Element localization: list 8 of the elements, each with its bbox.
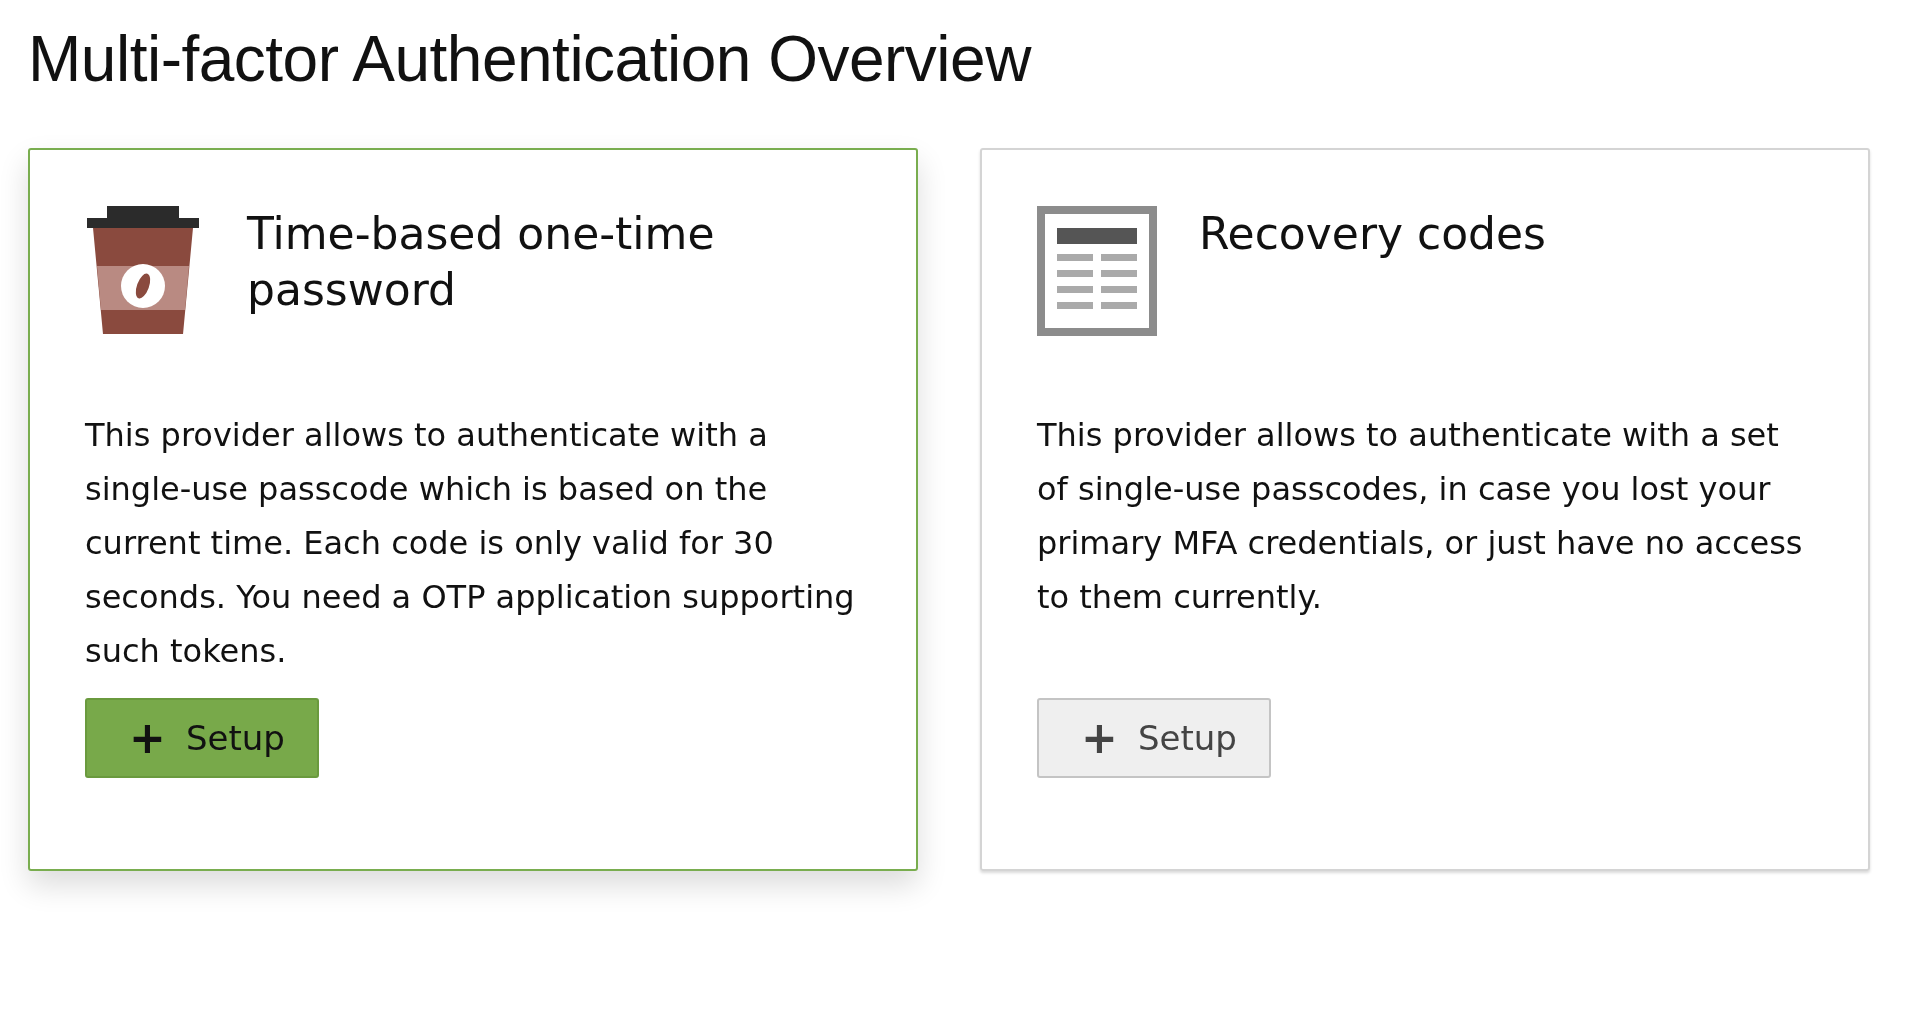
- provider-heading: Recovery codes: [1199, 207, 1547, 261]
- page-title: Multi-factor Authentication Overview: [28, 22, 1033, 96]
- provider-description: This provider allows to authenticate with a single-use passcode which is based on the current time. Each code is only valid for 30 seconds. You need a OTP application supporting such tokens.: [85, 415, 856, 672]
- setup-button[interactable]: + Setup: [1037, 698, 1271, 778]
- setup-button[interactable]: + Setup: [85, 698, 319, 778]
- document-icon: [1037, 206, 1157, 336]
- provider-description: This provider allows to authenticate with a set of single-use passcodes, in case you lost your primary MFA credentials, or just have no access to them currently.: [1037, 415, 1804, 618]
- provider-heading: Time-based one-time password: [247, 207, 716, 317]
